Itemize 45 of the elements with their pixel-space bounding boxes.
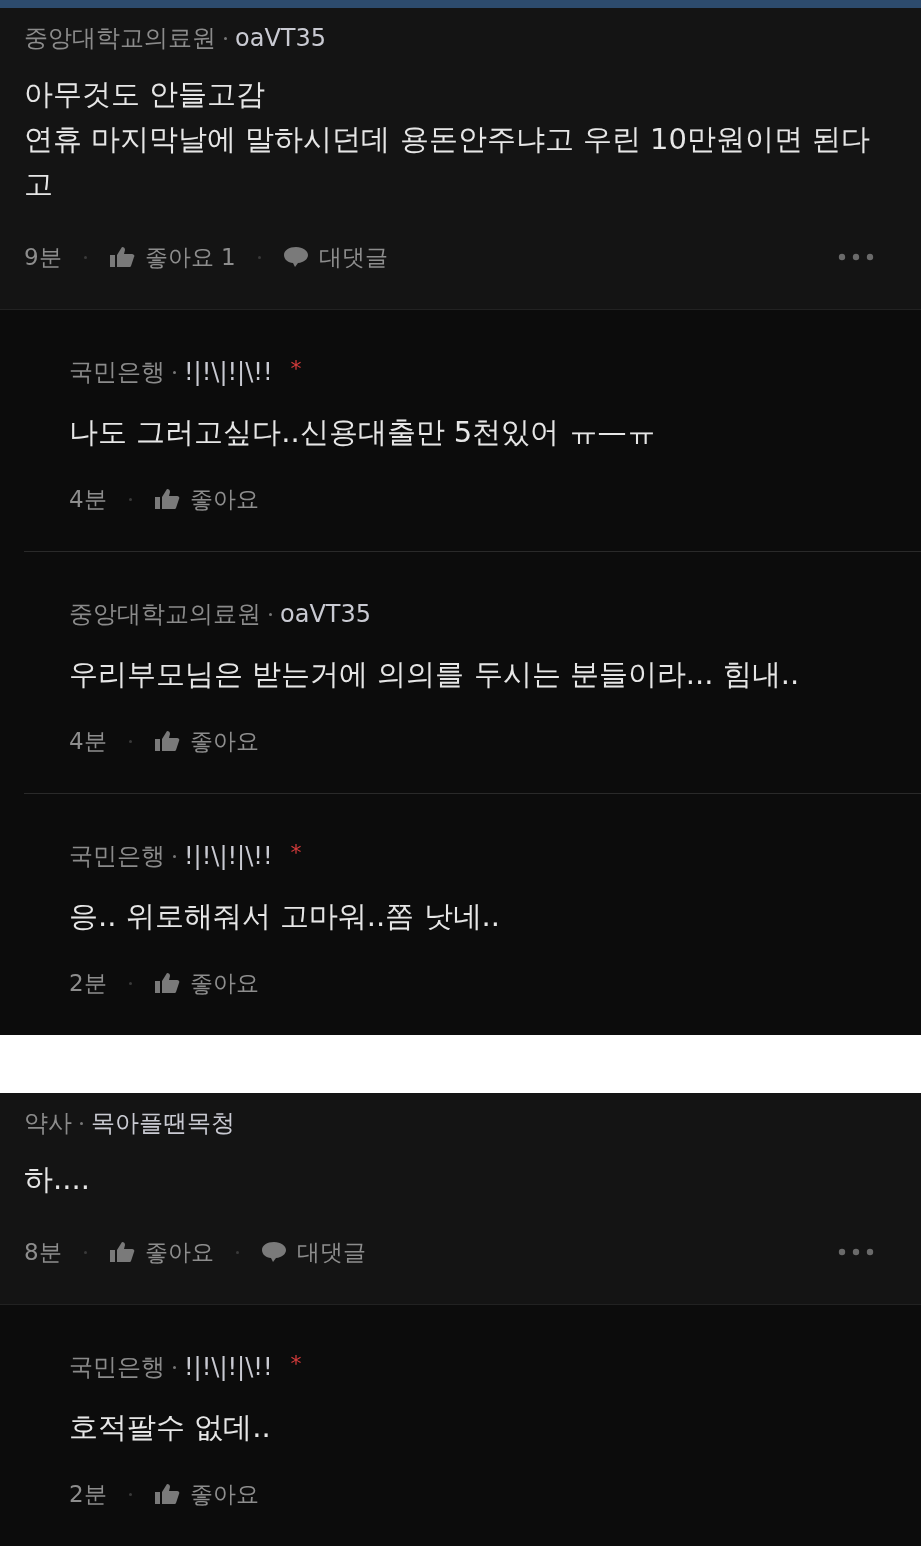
like-button[interactable]: 좋아요 <box>153 483 259 515</box>
like-button[interactable]: 좋아요 <box>153 1478 259 1510</box>
comment-time: 4분 <box>69 726 107 756</box>
comment-time: 4분 <box>69 484 107 514</box>
more-options-icon[interactable] <box>838 1248 874 1256</box>
like-button[interactable]: 좋아요 <box>153 725 259 757</box>
thumbs-up-icon <box>153 1483 180 1505</box>
thumbs-up-icon <box>108 1241 135 1263</box>
more-options-icon[interactable] <box>838 253 874 261</box>
speech-bubble-icon <box>260 1241 287 1263</box>
asterisk-mark: * <box>290 356 302 381</box>
comment-time: 2분 <box>69 968 107 998</box>
author-affiliation: 약사 <box>24 1108 72 1139</box>
like-button[interactable]: 좋아요 <box>153 967 259 999</box>
author-nickname: !|!\|!|\!! <box>184 1353 273 1381</box>
comment-text: 하.... <box>24 1161 91 1198</box>
comment-text: 응.. 위로해줘서 고마워..쫌 낫네.. <box>69 898 501 935</box>
thumbs-up-icon <box>153 488 180 510</box>
asterisk-mark: * <box>290 840 302 865</box>
author-nickname: !|!\|!|\!! <box>184 358 273 386</box>
asterisk-mark: * <box>290 1351 302 1376</box>
like-button[interactable]: 좋아요 1 <box>108 241 236 273</box>
reply-button[interactable]: 대댓글 <box>260 1236 366 1268</box>
author-affiliation: 국민은행 <box>69 357 165 388</box>
thumbs-up-icon <box>153 972 180 994</box>
author-affiliation: 국민은행 <box>69 1352 165 1383</box>
comment-text: 나도 그러고싶다..신용대출만 5천있어 ㅠ—ㅠ <box>69 414 657 451</box>
author-nickname: oaVT35 <box>280 600 371 628</box>
author-affiliation: 중앙대학교의료원 <box>69 599 261 630</box>
thumbs-up-icon <box>108 246 135 268</box>
author-nickname: oaVT35 <box>235 24 326 52</box>
comment-text: 호적팔수 없데.. <box>69 1409 272 1446</box>
comment-text: 우리부모님은 받는거에 의의를 두시는 분들이라... 힘내.. <box>69 656 801 693</box>
author-affiliation: 중앙대학교의료원 <box>24 23 216 54</box>
author-affiliation: 국민은행 <box>69 841 165 872</box>
speech-bubble-icon <box>282 246 309 268</box>
author-nickname: !|!\|!|\!! <box>184 842 273 870</box>
reply-button[interactable]: 대댓글 <box>282 241 388 273</box>
comment-time: 9분 <box>24 242 62 272</box>
like-button[interactable]: 좋아요 <box>108 1236 214 1268</box>
comment-time: 8분 <box>24 1237 62 1267</box>
thumbs-up-icon <box>153 730 180 752</box>
author-nickname: 목아플땐목청 <box>91 1108 235 1139</box>
comment-time: 2분 <box>69 1479 107 1509</box>
comment-text: 아무것도 안들고감 연휴 마지막날에 말하시던데 용돈안주냐고 우린 10만원이면 된다고 <box>24 76 872 203</box>
